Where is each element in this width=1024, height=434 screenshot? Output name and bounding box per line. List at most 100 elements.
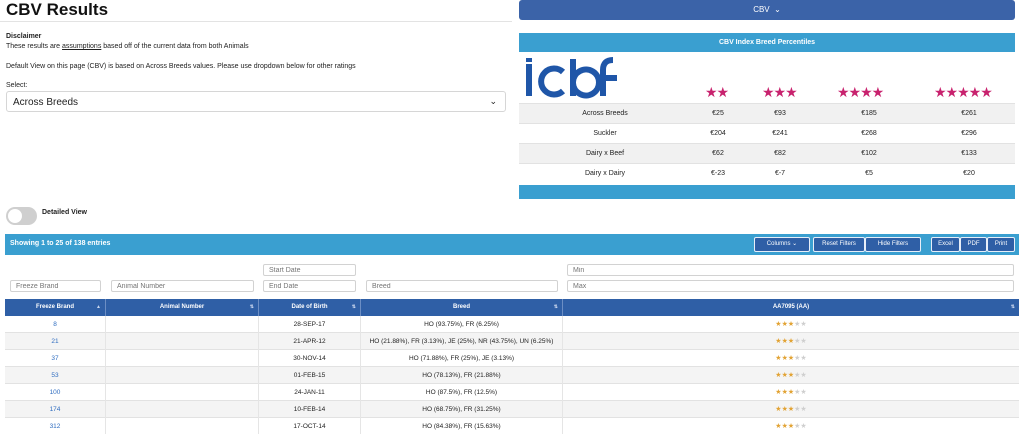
icbf-logo [526, 57, 617, 99]
chevron-down-icon: ⌄ [489, 96, 497, 106]
select-label: Select: [6, 82, 28, 89]
table-row[interactable]: 37 30-NOV-14 HO (71.88%), FR (25%), JE (3.… [5, 350, 1019, 367]
freeze-brand-cell[interactable]: 21 [5, 333, 106, 350]
detailed-view-toggle[interactable] [6, 207, 37, 225]
column-header-date-of-birth[interactable]: Date of Birth ⇅ [259, 299, 361, 316]
breed-cell: HO (84.38%), FR (15.63%) [361, 418, 563, 434]
breed-cell: HO (21.88%), FR (3.13%), JE (25%), NR (4… [361, 333, 563, 350]
excel-button[interactable]: Excel [931, 237, 960, 252]
date-of-birth-cell: 17-OCT-14 [259, 418, 361, 434]
cbv-button-label: CBV [753, 5, 770, 14]
value: €133 [961, 150, 977, 157]
value: €25 [712, 110, 724, 117]
freeze-brand-filter[interactable] [10, 280, 101, 292]
page-title: CBV Results [6, 0, 109, 19]
animal-number-filter[interactable] [111, 280, 254, 292]
value: €93 [774, 110, 786, 117]
value: €5 [865, 170, 873, 177]
sort-icon: ⇅ [1010, 304, 1015, 310]
table-row[interactable]: 8 28-SEP-17 HO (93.75%), FR (6.25%) ★★★★★ [5, 316, 1019, 333]
column-header-breed[interactable]: Breed ⇅ [361, 299, 563, 316]
breed-cell: HO (68.75%), FR (31.25%) [361, 401, 563, 418]
empty-star-icon: ★ [800, 372, 807, 379]
two-star-icon: ★★ [705, 84, 729, 100]
toggle-knob [8, 209, 22, 223]
pdf-button[interactable]: PDF [960, 237, 987, 252]
breed-cell: HO (87.5%), FR (12.5%) [361, 384, 563, 401]
breed-filter[interactable] [366, 280, 558, 292]
start-date-filter[interactable] [263, 264, 356, 276]
column-header-animal-number[interactable]: Animal Number ⇅ [106, 299, 259, 316]
row-label: Suckler [593, 130, 617, 137]
column-header-aa7095[interactable]: AA7095 (AA) ⇅ [563, 299, 1019, 316]
animal-number-cell [106, 384, 259, 401]
column-label: Breed [452, 304, 470, 310]
animal-number-cell [106, 401, 259, 418]
column-header-freeze-brand[interactable]: Freeze Brand ▲ [5, 299, 106, 316]
rating-cell: ★★★★★ [563, 367, 1019, 384]
date-of-birth-cell: 30-NOV-14 [259, 350, 361, 367]
column-label: Animal Number [159, 304, 205, 310]
disclaimer-text-start: These results are [6, 43, 63, 50]
row-label: Dairy x Dairy [584, 170, 626, 177]
value: €268 [861, 130, 877, 137]
table-row[interactable]: 312 17-OCT-14 HO (84.38%), FR (15.63%) ★★★★… [5, 418, 1019, 434]
title-divider [0, 21, 512, 22]
rating-cell: ★★★★★ [563, 384, 1019, 401]
sort-icon: ⇅ [351, 304, 356, 310]
print-button[interactable]: Print [987, 237, 1015, 252]
value: €-23 [710, 170, 725, 177]
four-star-icon: ★★★★ [837, 84, 884, 100]
min-filter[interactable] [567, 264, 1014, 276]
hide-filters-button[interactable]: Hide Filters [865, 237, 921, 252]
empty-star-icon: ★ [800, 321, 807, 328]
freeze-brand-cell[interactable]: 37 [5, 350, 106, 367]
max-filter[interactable] [567, 280, 1014, 292]
value: €20 [963, 170, 975, 177]
empty-star-icon: ★ [800, 423, 807, 430]
sort-icon: ⇅ [249, 304, 254, 310]
percentile-row: Dairy x Dairy €-23 €-7 €5 €20 [519, 163, 1015, 183]
cbv-dropdown-button[interactable]: CBV ⌄ [519, 0, 1015, 20]
animal-number-cell [106, 333, 259, 350]
breed-rating-select[interactable]: Across Breeds ⌄ [6, 91, 506, 112]
five-star-icon: ★★★★★ [934, 84, 993, 100]
row-label: Dairy x Beef [585, 150, 625, 157]
freeze-brand-cell[interactable]: 174 [5, 401, 106, 418]
percentiles-title: CBV Index Breed Percentiles [519, 33, 1015, 52]
value: €296 [961, 130, 977, 137]
breed-cell: HO (78.13%), FR (21.88%) [361, 367, 563, 384]
columns-button[interactable]: Columns ⌄ [754, 237, 810, 252]
rating-cell: ★★★★★ [563, 316, 1019, 333]
table-row[interactable]: 53 01-FEB-15 HO (78.13%), FR (21.88%) ★★★★★ [5, 367, 1019, 384]
percentile-row: Across Breeds €25 €93 €185 €261 [519, 103, 1015, 123]
value: €62 [712, 150, 724, 157]
animal-number-cell [106, 350, 259, 367]
table-row[interactable]: 100 24-JAN-11 HO (87.5%), FR (12.5%) ★★★★★ [5, 384, 1019, 401]
reset-filters-button[interactable]: Reset Filters [813, 237, 865, 252]
freeze-brand-cell[interactable]: 8 [5, 316, 106, 333]
freeze-brand-cell[interactable]: 53 [5, 367, 106, 384]
breed-cell: HO (93.75%), FR (6.25%) [361, 316, 563, 333]
breed-select-value: Across Breeds [13, 97, 79, 108]
table-header: Freeze Brand ▲ Animal Number ⇅ Date of Bir… [5, 299, 1019, 316]
table-row[interactable]: 174 10-FEB-14 HO (68.75%), FR (31.25%) ★★★★… [5, 401, 1019, 418]
three-star-icon: ★★★ [762, 84, 798, 100]
value: €204 [710, 130, 726, 137]
empty-star-icon: ★ [800, 338, 807, 345]
table-row[interactable]: 21 21-APR-12 HO (21.88%), FR (3.13%), JE (… [5, 333, 1019, 350]
empty-star-icon: ★ [800, 355, 807, 362]
percentiles-footer [519, 185, 1015, 199]
freeze-brand-cell[interactable]: 100 [5, 384, 106, 401]
assumptions-link[interactable]: assumptions [62, 43, 101, 50]
default-view-note: Default View on this page (CBV) is based… [6, 63, 356, 70]
table-info: Showing 1 to 25 of 138 entries [10, 240, 111, 247]
breed-cell: HO (71.88%), FR (25%), JE (3.13%) [361, 350, 563, 367]
rating-cell: ★★★★★ [563, 418, 1019, 434]
disclaimer-text-end: based off of the current data from both … [101, 43, 249, 50]
chevron-down-icon: ⌄ [771, 5, 781, 14]
freeze-brand-cell[interactable]: 312 [5, 418, 106, 434]
rating-cell: ★★★★★ [563, 350, 1019, 367]
column-label: Freeze Brand [35, 304, 74, 310]
end-date-filter[interactable] [263, 280, 356, 292]
